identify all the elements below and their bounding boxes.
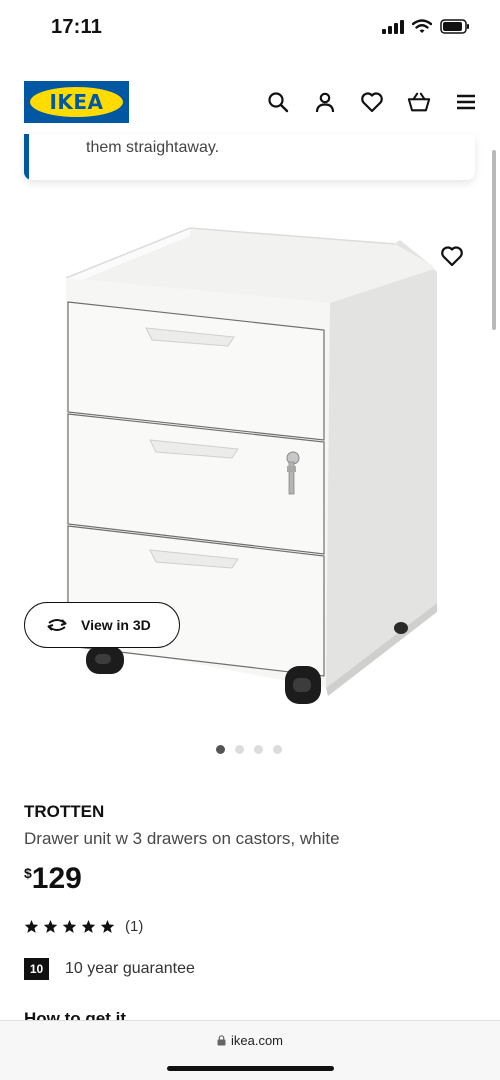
product-rating[interactable]: (1) [24, 918, 143, 935]
signal-icon [382, 19, 404, 34]
account-icon[interactable] [313, 90, 337, 114]
star-icon [43, 919, 58, 933]
favourite-button[interactable] [430, 234, 474, 278]
rating-count[interactable]: (1) [125, 918, 143, 935]
wifi-icon [412, 19, 432, 33]
image-carousel-pager [216, 745, 282, 754]
product-description: Drawer unit w 3 drawers on castors, whit… [24, 829, 340, 848]
star-icon [100, 919, 115, 933]
notice-accent-stripe [24, 134, 29, 180]
notice-card: them straightaway. [24, 134, 475, 180]
status-time: 17:11 [51, 16, 103, 38]
notice-text: them straightaway. [86, 139, 220, 156]
url-text: ikea.com [230, 1033, 284, 1048]
favourites-icon[interactable] [360, 90, 384, 114]
ikea-logo[interactable]: IKEA [24, 81, 129, 123]
star-icon [24, 919, 39, 933]
guarantee-text: 10 year guarantee [65, 960, 195, 977]
browser-bottom-bar: ikea.com [0, 1020, 500, 1080]
guarantee-row: 10 10 year guarantee [24, 958, 195, 980]
price-value: 129 [31, 862, 82, 895]
status-icons [382, 19, 470, 34]
star-icon [62, 919, 77, 933]
carousel-dot-4[interactable] [273, 745, 282, 754]
logo-oval: IKEA [30, 87, 123, 117]
search-icon[interactable] [266, 90, 290, 114]
view-in-3d-label: View in 3D [81, 617, 151, 633]
view-in-3d-button[interactable]: View in 3D [24, 602, 180, 648]
carousel-dot-2[interactable] [235, 745, 244, 754]
product-price: $ 129 [24, 861, 82, 897]
menu-icon[interactable] [454, 90, 478, 114]
guarantee-badge: 10 [24, 958, 49, 980]
cart-icon[interactable] [407, 90, 431, 114]
battery-icon [440, 19, 469, 34]
url-bar[interactable]: ikea.com [0, 1033, 500, 1048]
price-currency: $ [24, 865, 32, 881]
carousel-dot-3[interactable] [254, 745, 263, 754]
site-header: IKEA [0, 70, 500, 134]
carousel-dot-1[interactable] [216, 745, 225, 754]
star-icon [81, 919, 96, 933]
logo-text: IKEA [49, 90, 104, 114]
next-section-heading: How to get it [24, 1011, 144, 1020]
rotate-3d-icon [47, 619, 67, 631]
home-indicator[interactable] [167, 1066, 334, 1071]
header-actions [266, 90, 478, 114]
status-bar: 17:11 [0, 0, 500, 56]
next-section-heading-text: How to get it [24, 1011, 144, 1020]
lock-icon [217, 1035, 226, 1046]
product-name: TROTTEN [24, 802, 105, 821]
heart-icon [441, 246, 463, 267]
